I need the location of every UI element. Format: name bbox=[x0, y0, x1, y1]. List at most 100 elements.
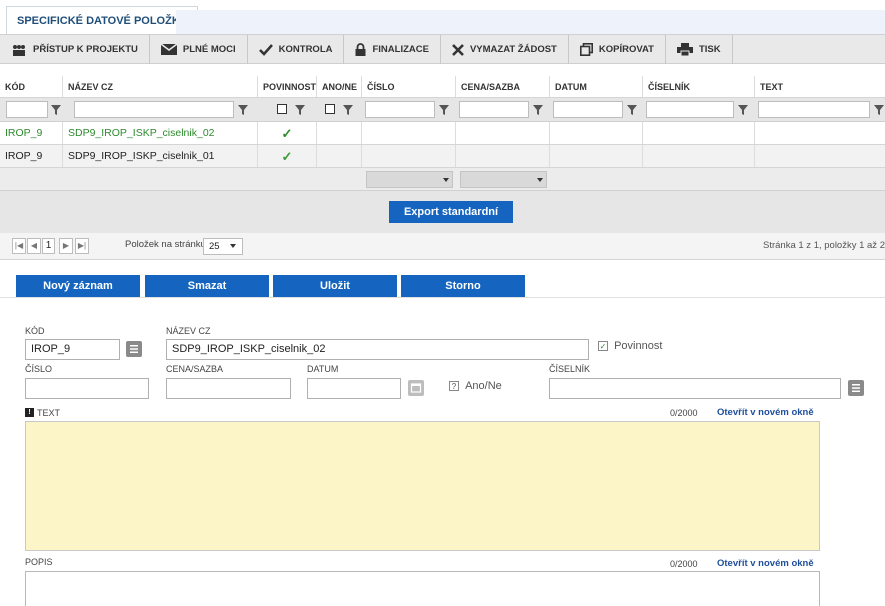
popis-textarea[interactable] bbox=[25, 571, 820, 606]
cena-sazba-input[interactable] bbox=[166, 378, 291, 399]
filter-funnel-icon[interactable] bbox=[737, 101, 749, 118]
smazat-button[interactable]: Smazat bbox=[145, 275, 269, 297]
datum-input[interactable] bbox=[307, 378, 401, 399]
filter-cena-input[interactable] bbox=[459, 101, 529, 118]
help-icon: ? bbox=[449, 381, 459, 392]
filter-funnel-icon[interactable] bbox=[626, 101, 638, 118]
cell-ano-ne bbox=[316, 122, 361, 144]
povinnost-label: Povinnost bbox=[614, 340, 663, 353]
text-open-new-window-link[interactable]: Otevřít v novém okně bbox=[717, 407, 814, 418]
cell-text bbox=[754, 145, 885, 167]
summary-cena-dropdown[interactable] bbox=[460, 171, 547, 188]
pristup-k-projektu-label: PŘÍSTUP K PROJEKTU bbox=[33, 44, 138, 55]
kod-label: KÓD bbox=[25, 326, 45, 336]
export-standardni-button[interactable]: Export standardní bbox=[389, 201, 513, 223]
cell-cislo bbox=[361, 145, 455, 167]
column-ano-ne[interactable]: ANO/NE bbox=[316, 76, 361, 97]
novy-zaznam-button[interactable]: Nový záznam bbox=[16, 275, 140, 297]
vymazat-zadost-button[interactable]: VYMAZAT ŽÁDOST bbox=[441, 35, 569, 64]
pristup-k-projektu-button[interactable]: PŘÍSTUP K PROJEKTU bbox=[0, 35, 150, 64]
filter-text-input[interactable] bbox=[758, 101, 870, 118]
cell-cena bbox=[455, 122, 549, 144]
filter-nazev-input[interactable] bbox=[74, 101, 234, 118]
cell-cena bbox=[455, 145, 549, 167]
filter-povinnost-checkbox[interactable] bbox=[277, 104, 287, 114]
cell-povinnost-check: ✓ bbox=[257, 145, 316, 167]
filter-datum-input[interactable] bbox=[553, 101, 623, 118]
tisk-button[interactable]: TISK bbox=[666, 35, 733, 64]
kopirovat-button[interactable]: KOPÍROVAT bbox=[569, 35, 666, 64]
chevron-down-icon bbox=[443, 178, 449, 182]
filter-funnel-icon[interactable] bbox=[294, 101, 306, 118]
column-cena-sazba[interactable]: CENA/SAZBA bbox=[455, 76, 549, 97]
povinnost-checkbox[interactable]: ✓ bbox=[598, 341, 608, 352]
plne-moci-label: PLNÉ MOCI bbox=[182, 44, 236, 55]
tab-specificke-datove-polozky[interactable]: SPECIFICKÉ DATOVÉ POLOŽKY bbox=[6, 6, 199, 34]
summary-cislo-dropdown[interactable] bbox=[366, 171, 453, 188]
text-label: TEXT bbox=[37, 408, 61, 418]
action-bar: Nový záznam Smazat Uložit Storno bbox=[0, 245, 885, 297]
filter-ano-ne-checkbox[interactable] bbox=[325, 104, 335, 114]
filter-funnel-icon[interactable] bbox=[532, 101, 544, 118]
cell-ciselnik bbox=[642, 122, 754, 144]
column-nazev-cz[interactable]: NÁZEV CZ bbox=[62, 76, 257, 97]
column-text[interactable]: TEXT bbox=[754, 76, 885, 97]
filter-ciselnik-input[interactable] bbox=[646, 101, 734, 118]
vymazat-zadost-label: VYMAZAT ŽÁDOST bbox=[469, 44, 557, 55]
finalizace-button[interactable]: FINALIZACE bbox=[344, 35, 441, 64]
storno-button[interactable]: Storno bbox=[401, 275, 525, 297]
cell-nazev: SDP9_IROP_ISKP_ciselnik_01 bbox=[62, 145, 257, 167]
povinnost-field[interactable]: ✓ Povinnost bbox=[598, 340, 662, 352]
people-icon bbox=[13, 44, 25, 56]
ciselnik-input[interactable] bbox=[549, 378, 841, 399]
column-kod[interactable]: KÓD bbox=[0, 76, 62, 97]
nazev-cz-input[interactable]: SDP9_IROP_ISKP_ciselnik_02 bbox=[166, 339, 589, 360]
popis-counter: 0/2000 bbox=[670, 559, 698, 569]
cena-sazba-label: CENA/SAZBA bbox=[166, 364, 224, 374]
list-icon[interactable] bbox=[126, 341, 142, 357]
export-area: Export standardní bbox=[0, 191, 885, 233]
kod-input[interactable]: IROP_9 bbox=[25, 339, 120, 360]
popis-label: POPIS bbox=[25, 557, 53, 567]
column-datum[interactable]: DATUM bbox=[549, 76, 642, 97]
column-ciselnik[interactable]: ČÍSELNÍK bbox=[642, 76, 754, 97]
filter-kod-input[interactable] bbox=[6, 101, 48, 118]
x-icon bbox=[452, 43, 464, 56]
filter-funnel-icon[interactable] bbox=[342, 101, 354, 118]
column-cislo[interactable]: ČÍSLO bbox=[361, 76, 455, 97]
plne-moci-button[interactable]: PLNÉ MOCI bbox=[150, 35, 248, 64]
finalizace-label: FINALIZACE bbox=[372, 44, 429, 55]
filter-funnel-icon[interactable] bbox=[237, 101, 249, 118]
printer-icon bbox=[676, 43, 693, 56]
calendar-icon[interactable] bbox=[408, 380, 424, 396]
nazev-cz-label: NÁZEV CZ bbox=[166, 326, 211, 336]
cell-povinnost-check: ✓ bbox=[257, 122, 316, 144]
cell-cislo bbox=[361, 122, 455, 144]
toolbar: PŘÍSTUP K PROJEKTU PLNÉ MOCI KONTROLA FI… bbox=[0, 34, 885, 64]
filter-funnel-icon[interactable] bbox=[438, 101, 450, 118]
popis-open-new-window-link[interactable]: Otevřít v novém okně bbox=[717, 558, 814, 569]
tab-bar: SPECIFICKÉ DATOVÉ POLOŽKY bbox=[0, 0, 885, 34]
info-icon: ! bbox=[25, 408, 34, 417]
kontrola-label: KONTROLA bbox=[278, 44, 333, 55]
tab-bar-background bbox=[176, 10, 885, 34]
list-icon[interactable] bbox=[848, 380, 864, 396]
kontrola-button[interactable]: KONTROLA bbox=[248, 35, 345, 64]
cell-datum bbox=[549, 122, 642, 144]
grid-header: KÓD NÁZEV CZ POVINNOST ANO/NE ČÍSLO CENA… bbox=[0, 76, 885, 98]
filter-cislo-input[interactable] bbox=[365, 101, 435, 118]
ulozit-button[interactable]: Uložit bbox=[273, 275, 397, 297]
lock-icon bbox=[355, 43, 366, 56]
text-textarea[interactable] bbox=[25, 421, 820, 551]
cislo-input[interactable] bbox=[25, 378, 149, 399]
table-row[interactable]: IROP_9 SDP9_IROP_ISKP_ciselnik_02 ✓ bbox=[0, 122, 885, 145]
filter-funnel-icon[interactable] bbox=[50, 101, 62, 118]
kopirovat-label: KOPÍROVAT bbox=[598, 44, 654, 55]
cell-text bbox=[754, 122, 885, 144]
cell-kod: IROP_9 bbox=[5, 150, 43, 162]
table-row[interactable]: IROP_9 SDP9_IROP_ISKP_ciselnik_01 ✓ bbox=[0, 145, 885, 168]
column-povinnost[interactable]: POVINNOST bbox=[257, 76, 316, 97]
ano-ne-field[interactable]: ? Ano/Ne bbox=[449, 380, 502, 392]
filter-funnel-icon[interactable] bbox=[873, 101, 885, 118]
cell-ciselnik bbox=[642, 145, 754, 167]
